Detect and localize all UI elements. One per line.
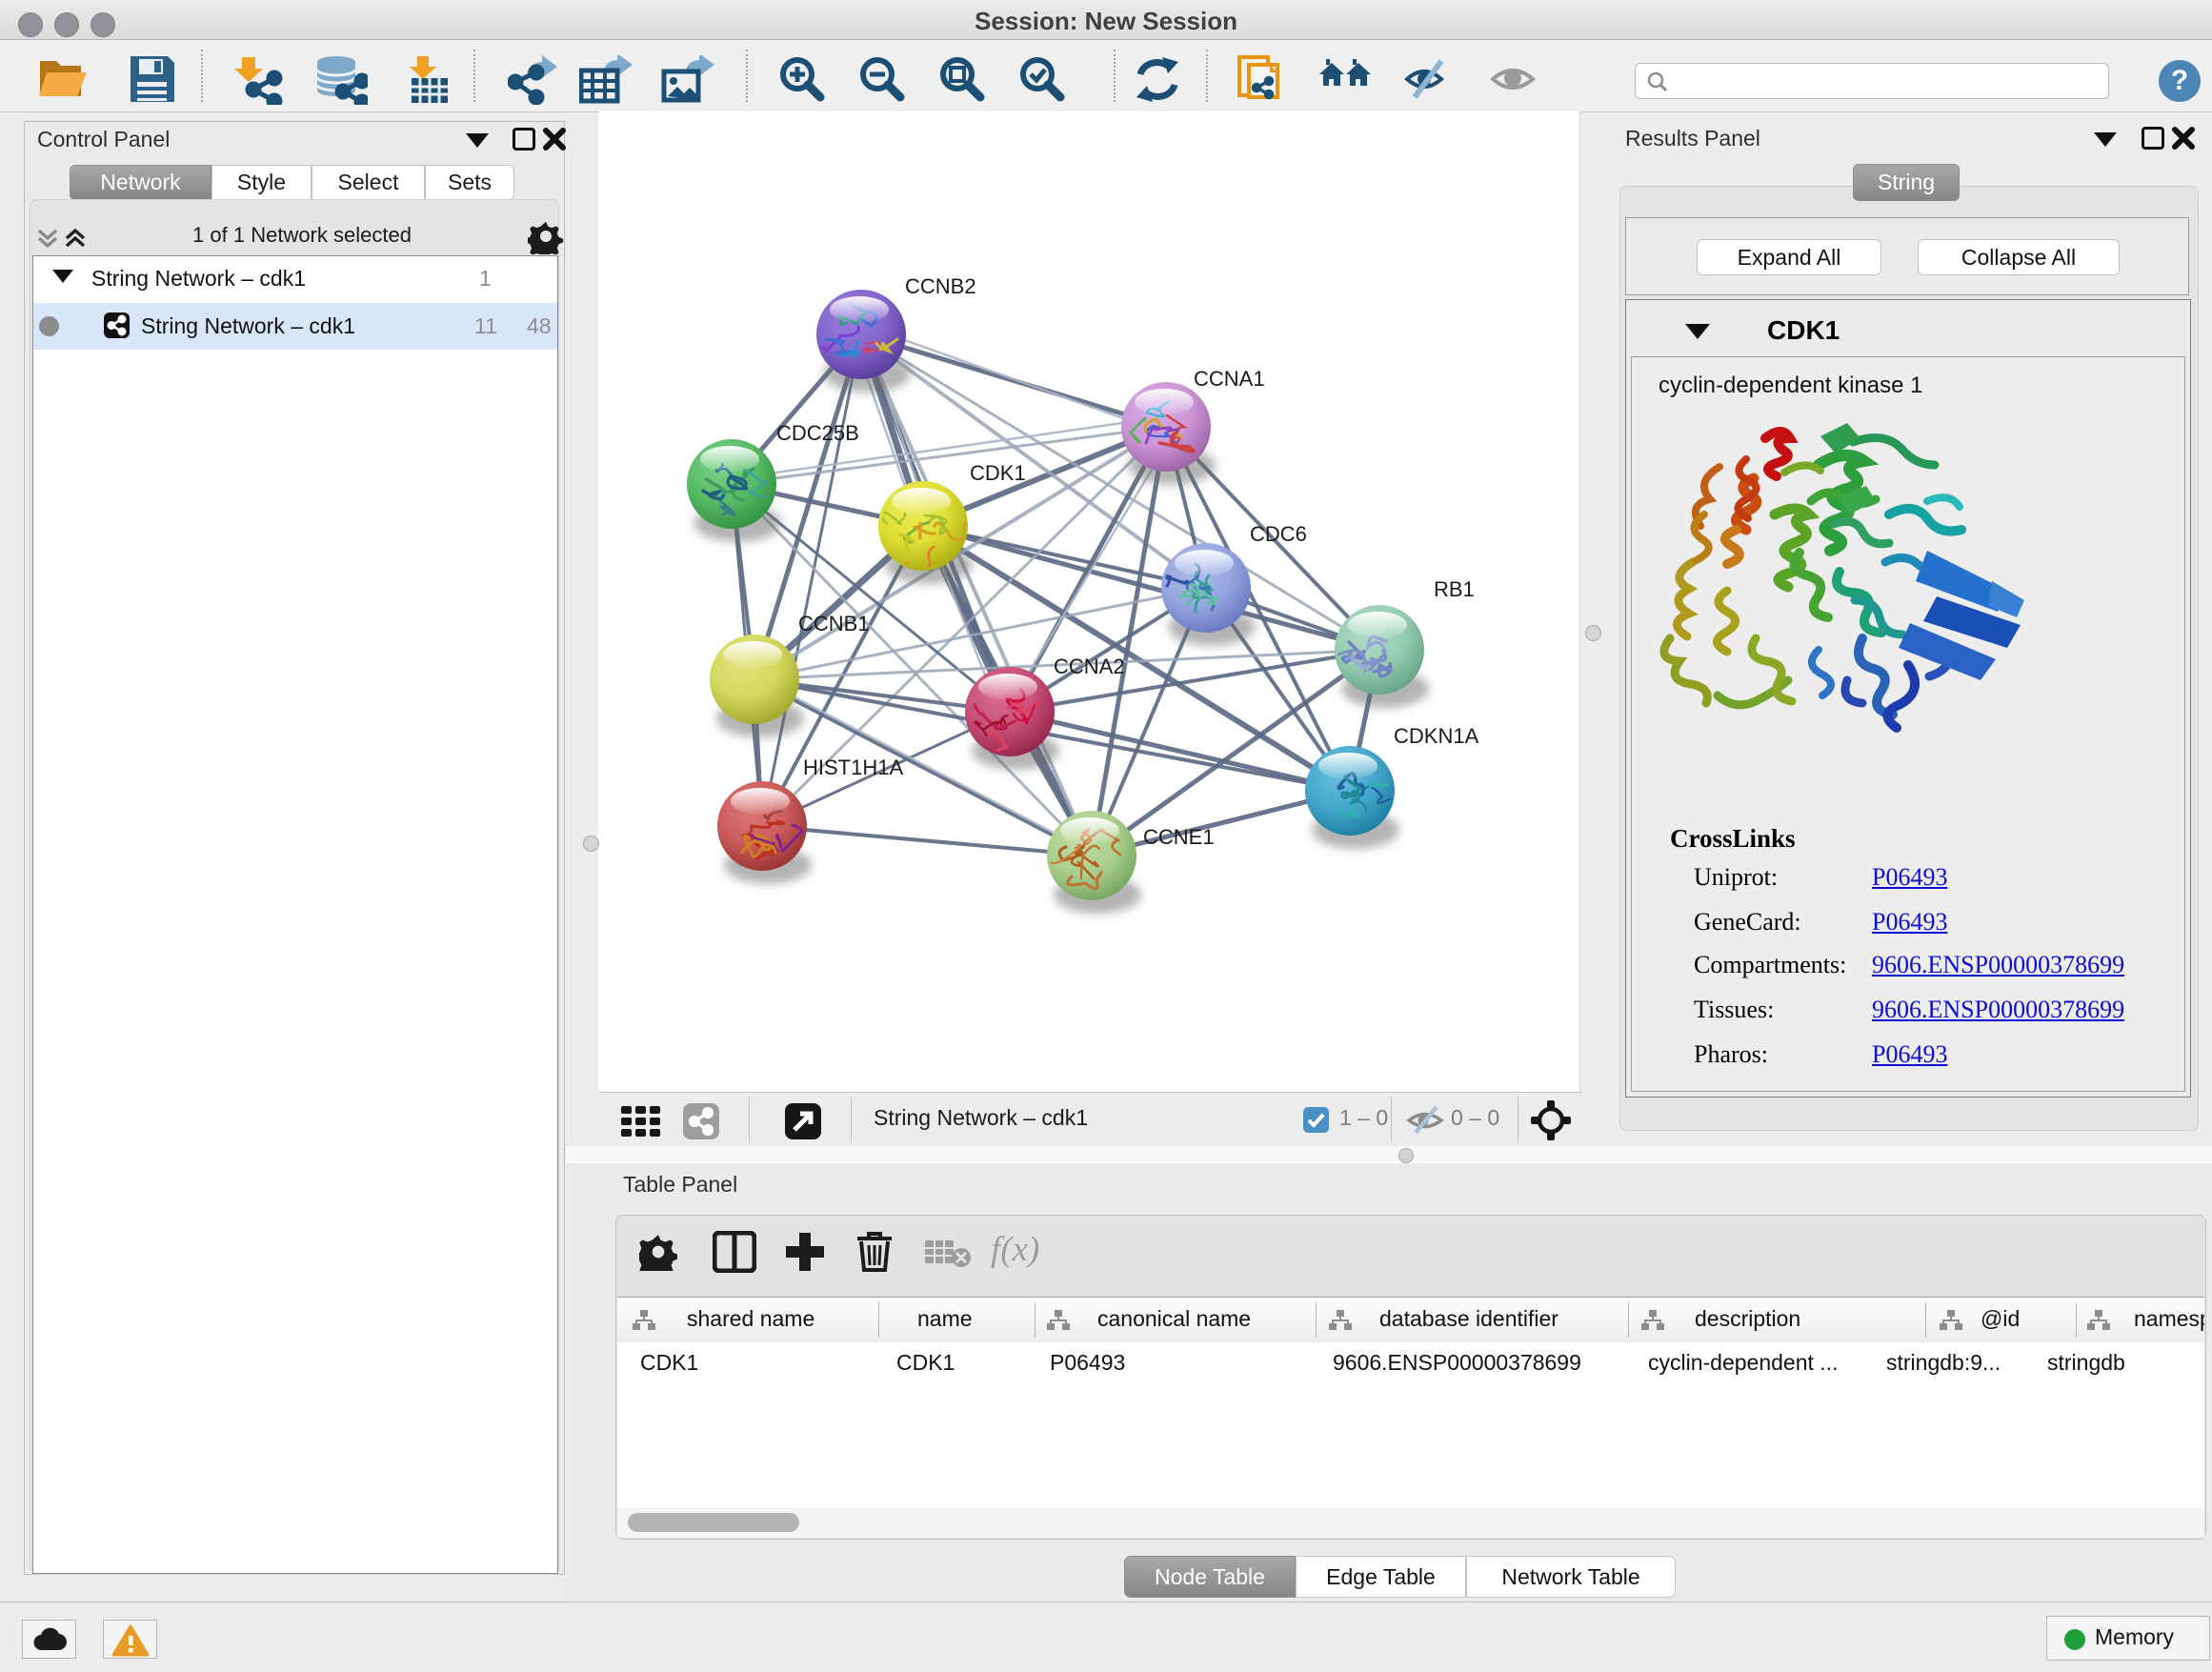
svg-text:CCNA1: CCNA1: [1194, 367, 1265, 391]
svg-text:RB1: RB1: [1434, 577, 1475, 601]
svg-text:CDKN1A: CDKN1A: [1394, 724, 1479, 748]
svg-text:CCNB2: CCNB2: [905, 274, 976, 298]
svg-text:CDC6: CDC6: [1250, 522, 1307, 546]
svg-text:CDC25B: CDC25B: [776, 421, 859, 445]
svg-text:CCNA2: CCNA2: [1054, 655, 1125, 678]
svg-text:CCNB1: CCNB1: [798, 612, 870, 635]
svg-text:CDK1: CDK1: [970, 461, 1026, 485]
svg-text:HIST1H1A: HIST1H1A: [803, 755, 903, 779]
svg-text:CCNE1: CCNE1: [1143, 825, 1215, 849]
